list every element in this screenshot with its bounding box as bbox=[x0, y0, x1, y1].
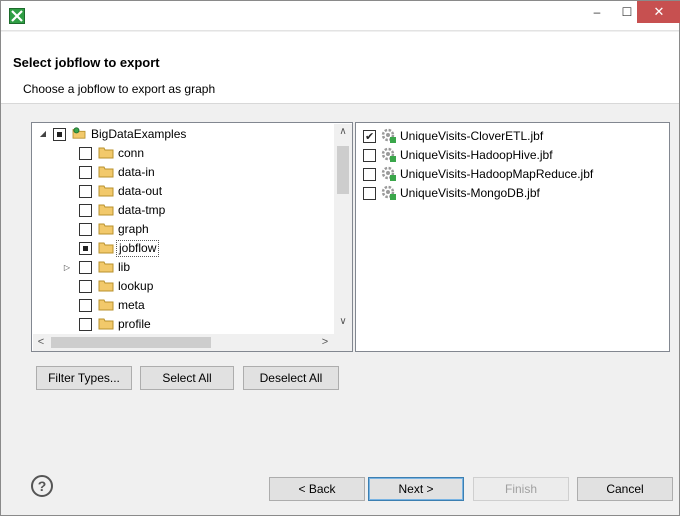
folder-icon bbox=[98, 280, 114, 292]
checkbox[interactable] bbox=[79, 223, 92, 236]
checkbox[interactable] bbox=[79, 242, 92, 255]
tree-item-label: data-out bbox=[118, 184, 163, 198]
tree-item-label: graph bbox=[118, 222, 149, 236]
tree-item-label: conn bbox=[118, 146, 145, 160]
folder-icon bbox=[98, 242, 114, 254]
scroll-right-icon[interactable]: > bbox=[317, 334, 333, 351]
scroll-down-icon[interactable]: ∨ bbox=[334, 316, 352, 330]
tree-item-root[interactable]: ◢ BigDataExamples bbox=[32, 125, 332, 144]
file-label: UniqueVisits-HadoopHive.jbf bbox=[400, 148, 553, 162]
file-item-mongodb[interactable]: UniqueVisits-MongoDB.jbf bbox=[356, 184, 666, 203]
file-label: UniqueVisits-HadoopMapReduce.jbf bbox=[400, 167, 594, 181]
checkbox[interactable] bbox=[363, 149, 376, 162]
page-title: Select jobflow to export bbox=[13, 55, 160, 70]
folder-icon bbox=[98, 318, 114, 330]
checkbox[interactable] bbox=[79, 299, 92, 312]
checkbox[interactable] bbox=[79, 147, 92, 160]
tree-item-data-out[interactable]: data-out bbox=[32, 182, 332, 201]
jobflow-file-icon bbox=[381, 166, 396, 181]
folder-icon bbox=[98, 223, 114, 235]
checkbox[interactable] bbox=[363, 168, 376, 181]
checkbox[interactable] bbox=[79, 280, 92, 293]
export-dialog: – ☐ ✕ Select jobflow to export Choose a … bbox=[0, 0, 680, 516]
tree-item-label: jobflow bbox=[116, 240, 160, 257]
folder-icon bbox=[98, 261, 114, 273]
checkbox[interactable] bbox=[79, 204, 92, 217]
tree-item-label: data-in bbox=[118, 165, 155, 179]
scroll-left-icon[interactable]: < bbox=[33, 334, 49, 351]
tree-horizontal-scrollbar[interactable]: < > bbox=[33, 334, 335, 351]
wizard-header: Select jobflow to export Choose a jobflo… bbox=[1, 32, 679, 104]
folder-icon bbox=[98, 204, 114, 216]
checkbox[interactable] bbox=[79, 185, 92, 198]
checkbox[interactable] bbox=[79, 318, 92, 331]
root-checkbox[interactable] bbox=[53, 128, 66, 141]
tree-item-label: lib bbox=[118, 260, 131, 274]
jobflow-file-icon bbox=[381, 185, 396, 200]
tree-item-label: data-tmp bbox=[118, 203, 166, 217]
file-label: UniqueVisits-MongoDB.jbf bbox=[400, 186, 540, 200]
folder-icon bbox=[98, 166, 114, 178]
tree-vertical-scrollbar[interactable]: ∧ ∨ bbox=[334, 124, 352, 334]
collapse-arrow-icon[interactable]: ◢ bbox=[38, 129, 48, 139]
title-bar: – ☐ ✕ bbox=[1, 1, 680, 31]
tree-item-data-in[interactable]: data-in bbox=[32, 163, 332, 182]
tree-item-label: lookup bbox=[118, 279, 154, 293]
file-label: UniqueVisits-CloverETL.jbf bbox=[400, 129, 544, 143]
tree-item-profile[interactable]: profile bbox=[32, 315, 332, 334]
tree-item-label: meta bbox=[118, 298, 145, 312]
tree-item-label: profile bbox=[118, 317, 151, 331]
tree-item-jobflow[interactable]: jobflow bbox=[32, 239, 332, 258]
tree-item-graph[interactable]: graph bbox=[32, 220, 332, 239]
select-all-button[interactable]: Select All bbox=[140, 366, 234, 390]
app-logo-icon bbox=[9, 8, 25, 24]
next-button[interactable]: Next > bbox=[368, 477, 464, 501]
scroll-thumb[interactable] bbox=[51, 337, 211, 348]
file-list[interactable]: UniqueVisits-CloverETL.jbf UniqueVisits-… bbox=[355, 122, 670, 352]
cancel-button[interactable]: Cancel bbox=[577, 477, 673, 501]
tree-item-conn[interactable]: conn bbox=[32, 144, 332, 163]
checkbox[interactable] bbox=[363, 128, 376, 147]
scroll-up-icon[interactable]: ∧ bbox=[334, 126, 352, 140]
jobflow-file-icon bbox=[381, 128, 396, 143]
page-description: Choose a jobflow to export as graph bbox=[23, 82, 216, 96]
deselect-all-button[interactable]: Deselect All bbox=[243, 366, 339, 390]
tree-item-lookup[interactable]: lookup bbox=[32, 277, 332, 296]
help-icon[interactable]: ? bbox=[31, 475, 53, 497]
filter-types-button[interactable]: Filter Types... bbox=[36, 366, 132, 390]
folder-tree[interactable]: ◢ BigDataExamples conn data-in data-out bbox=[31, 122, 353, 352]
tree-item-meta[interactable]: meta bbox=[32, 296, 332, 315]
checkbox[interactable] bbox=[363, 187, 376, 200]
tree-item-label: BigDataExamples bbox=[91, 127, 187, 141]
file-item-hadoopmapreduce[interactable]: UniqueVisits-HadoopMapReduce.jbf bbox=[356, 165, 666, 184]
checkbox[interactable] bbox=[79, 166, 92, 179]
folder-icon bbox=[98, 299, 114, 311]
folder-icon bbox=[98, 147, 114, 159]
expand-arrow-icon[interactable]: ▷ bbox=[62, 263, 72, 273]
tree-item-data-tmp[interactable]: data-tmp bbox=[32, 201, 332, 220]
jobflow-file-icon bbox=[381, 147, 396, 162]
project-icon bbox=[72, 127, 86, 139]
checkbox[interactable] bbox=[79, 261, 92, 274]
file-item-hadoophive[interactable]: UniqueVisits-HadoopHive.jbf bbox=[356, 146, 666, 165]
tree-item-lib[interactable]: ▷ lib bbox=[32, 258, 332, 277]
back-button[interactable]: < Back bbox=[269, 477, 365, 501]
finish-button[interactable]: Finish bbox=[473, 477, 569, 501]
scroll-corner bbox=[334, 334, 352, 351]
folder-icon bbox=[98, 185, 114, 197]
file-item-cloveretl[interactable]: UniqueVisits-CloverETL.jbf bbox=[356, 127, 666, 147]
scroll-thumb[interactable] bbox=[337, 146, 349, 194]
close-button[interactable]: ✕ bbox=[637, 1, 680, 23]
minimize-button[interactable]: – bbox=[583, 1, 611, 23]
